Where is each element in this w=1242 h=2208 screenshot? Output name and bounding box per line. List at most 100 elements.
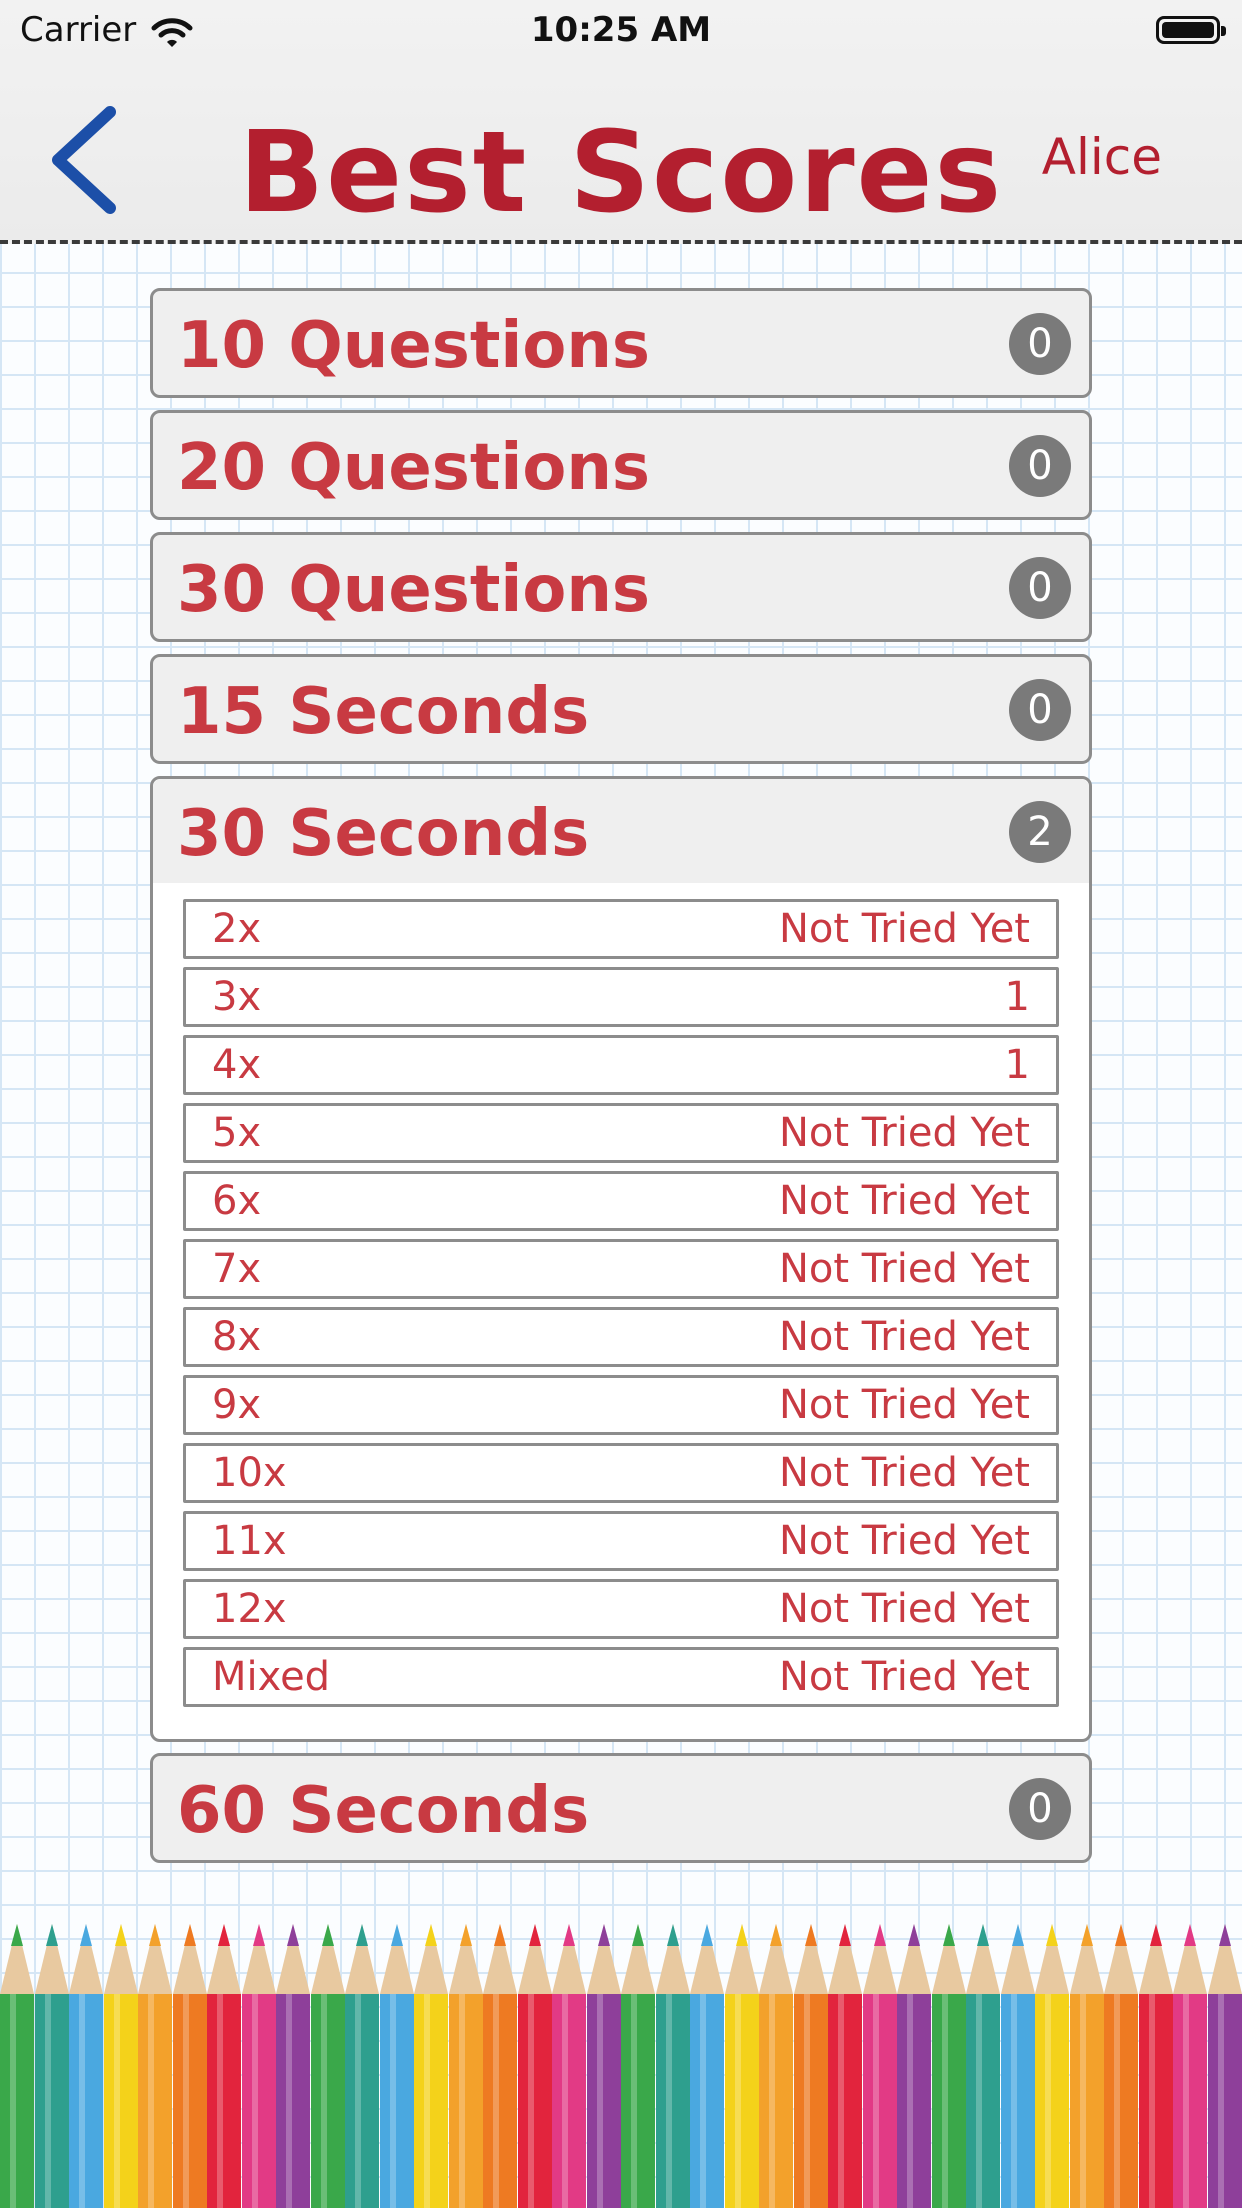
row-label: 5x (212, 1110, 262, 1156)
pencil-icon (1173, 1924, 1208, 2208)
pencil-icon (655, 1924, 691, 2208)
count-badge: 2 (1009, 801, 1071, 863)
section-title: 10 Questions (177, 309, 650, 383)
count-badge: 0 (1009, 557, 1071, 619)
section-60-seconds[interactable]: 60 Seconds 0 (150, 1753, 1092, 1863)
pencil-icon (69, 1924, 104, 2208)
row-label: 12x (212, 1586, 287, 1632)
section-title: 30 Questions (177, 553, 650, 627)
row-value: Not Tried Yet (778, 906, 1030, 952)
pencil-icon (276, 1924, 311, 2208)
pencil-icon (621, 1924, 656, 2208)
pencil-icon (448, 1924, 484, 2208)
pencil-icon (1035, 1924, 1070, 2208)
pencil-icon (207, 1924, 242, 2208)
pencil-icon (414, 1924, 449, 2208)
section-header[interactable]: 60 Seconds 0 (153, 1756, 1089, 1860)
section-20-questions[interactable]: 20 Questions 0 (150, 410, 1092, 520)
row-value: 1 (1004, 974, 1030, 1020)
row-label: 6x (212, 1178, 262, 1224)
battery-icon (1156, 16, 1226, 44)
pencil-icon (241, 1924, 277, 2208)
count-badge: 0 (1009, 1778, 1071, 1840)
count-badge: 0 (1009, 313, 1071, 375)
score-row-12x[interactable]: 12x Not Tried Yet (183, 1579, 1059, 1639)
row-value: 1 (1004, 1042, 1030, 1088)
section-10-questions[interactable]: 10 Questions 0 (150, 288, 1092, 398)
pencil-icon (483, 1924, 518, 2208)
pencil-icon (1104, 1924, 1139, 2208)
section-header[interactable]: 20 Questions 0 (153, 413, 1089, 517)
score-row-3x[interactable]: 3x 1 (183, 967, 1059, 1027)
row-value: Not Tried Yet (778, 1518, 1030, 1564)
section-title: 30 Seconds (177, 797, 590, 871)
section-30-seconds[interactable]: 30 Seconds 2 2x Not Tried Yet 3x 1 4x 1 5x N… (150, 776, 1092, 1742)
pencil-icon (34, 1924, 70, 2208)
score-row-mixed[interactable]: Mixed Not Tried Yet (183, 1647, 1059, 1707)
score-row-11x[interactable]: 11x Not Tried Yet (183, 1511, 1059, 1571)
row-value: Not Tried Yet (778, 1246, 1030, 1292)
pencil-icon (828, 1924, 863, 2208)
pencil-icon (724, 1924, 760, 2208)
section-30-questions[interactable]: 30 Questions 0 (150, 532, 1092, 642)
row-value: Not Tried Yet (778, 1382, 1030, 1428)
score-row-8x[interactable]: 8x Not Tried Yet (183, 1307, 1059, 1367)
row-label: 9x (212, 1382, 262, 1428)
pencil-icon (172, 1924, 208, 2208)
pencil-icon (862, 1924, 898, 2208)
pencil-icon (931, 1924, 967, 2208)
section-header[interactable]: 10 Questions 0 (153, 291, 1089, 395)
count-badge: 0 (1009, 679, 1071, 741)
pencil-icon (1069, 1924, 1105, 2208)
score-row-7x[interactable]: 7x Not Tried Yet (183, 1239, 1059, 1299)
row-value: Not Tried Yet (778, 1314, 1030, 1360)
pencil-icon (1207, 1924, 1242, 2208)
section-title: 15 Seconds (177, 675, 590, 749)
section-header[interactable]: 30 Questions 0 (153, 535, 1089, 639)
pencil-icon (552, 1924, 587, 2208)
pencil-icon (345, 1924, 380, 2208)
row-value: Not Tried Yet (778, 1178, 1030, 1224)
row-value: Not Tried Yet (778, 1450, 1030, 1496)
section-15-seconds[interactable]: 15 Seconds 0 (150, 654, 1092, 764)
colored-pencils-decoration (0, 1924, 1242, 2208)
row-label: 4x (212, 1042, 262, 1088)
row-label: 11x (212, 1518, 287, 1564)
section-title: 60 Seconds (177, 1774, 590, 1848)
pencil-icon (379, 1924, 415, 2208)
row-label: 10x (212, 1450, 287, 1496)
user-name-button[interactable]: Alice (1042, 128, 1162, 186)
section-header[interactable]: 15 Seconds 0 (153, 657, 1089, 761)
score-list: 2x Not Tried Yet 3x 1 4x 1 5x Not Tried Yet … (153, 883, 1089, 1739)
pencil-icon (690, 1924, 725, 2208)
row-label: 2x (212, 906, 262, 952)
score-row-2x[interactable]: 2x Not Tried Yet (183, 899, 1059, 959)
pencil-icon (138, 1924, 173, 2208)
score-row-9x[interactable]: 9x Not Tried Yet (183, 1375, 1059, 1435)
score-row-6x[interactable]: 6x Not Tried Yet (183, 1171, 1059, 1231)
pencil-icon (1138, 1924, 1174, 2208)
row-value: Not Tried Yet (778, 1586, 1030, 1632)
score-row-5x[interactable]: 5x Not Tried Yet (183, 1103, 1059, 1163)
pencil-icon (0, 1924, 35, 2208)
pencil-icon (310, 1924, 346, 2208)
status-time: 10:25 AM (530, 10, 712, 50)
row-label: 3x (212, 974, 262, 1020)
pencil-icon (966, 1924, 1001, 2208)
status-bar: Carrier 10:25 AM (0, 0, 1242, 62)
row-value: Not Tried Yet (778, 1110, 1030, 1156)
section-title: 20 Questions (177, 431, 650, 505)
section-header[interactable]: 30 Seconds 2 (153, 779, 1089, 883)
row-label: 7x (212, 1246, 262, 1292)
score-row-10x[interactable]: 10x Not Tried Yet (183, 1443, 1059, 1503)
row-value: Not Tried Yet (778, 1654, 1030, 1700)
header-bar: Carrier 10:25 AM Best Scores Alice (0, 0, 1242, 244)
pencil-icon (517, 1924, 553, 2208)
pencil-icon (1000, 1924, 1036, 2208)
pencil-icon (793, 1924, 829, 2208)
pencil-icon (586, 1924, 622, 2208)
count-badge: 0 (1009, 435, 1071, 497)
row-label: Mixed (212, 1654, 331, 1700)
pencil-icon (759, 1924, 794, 2208)
score-row-4x[interactable]: 4x 1 (183, 1035, 1059, 1095)
